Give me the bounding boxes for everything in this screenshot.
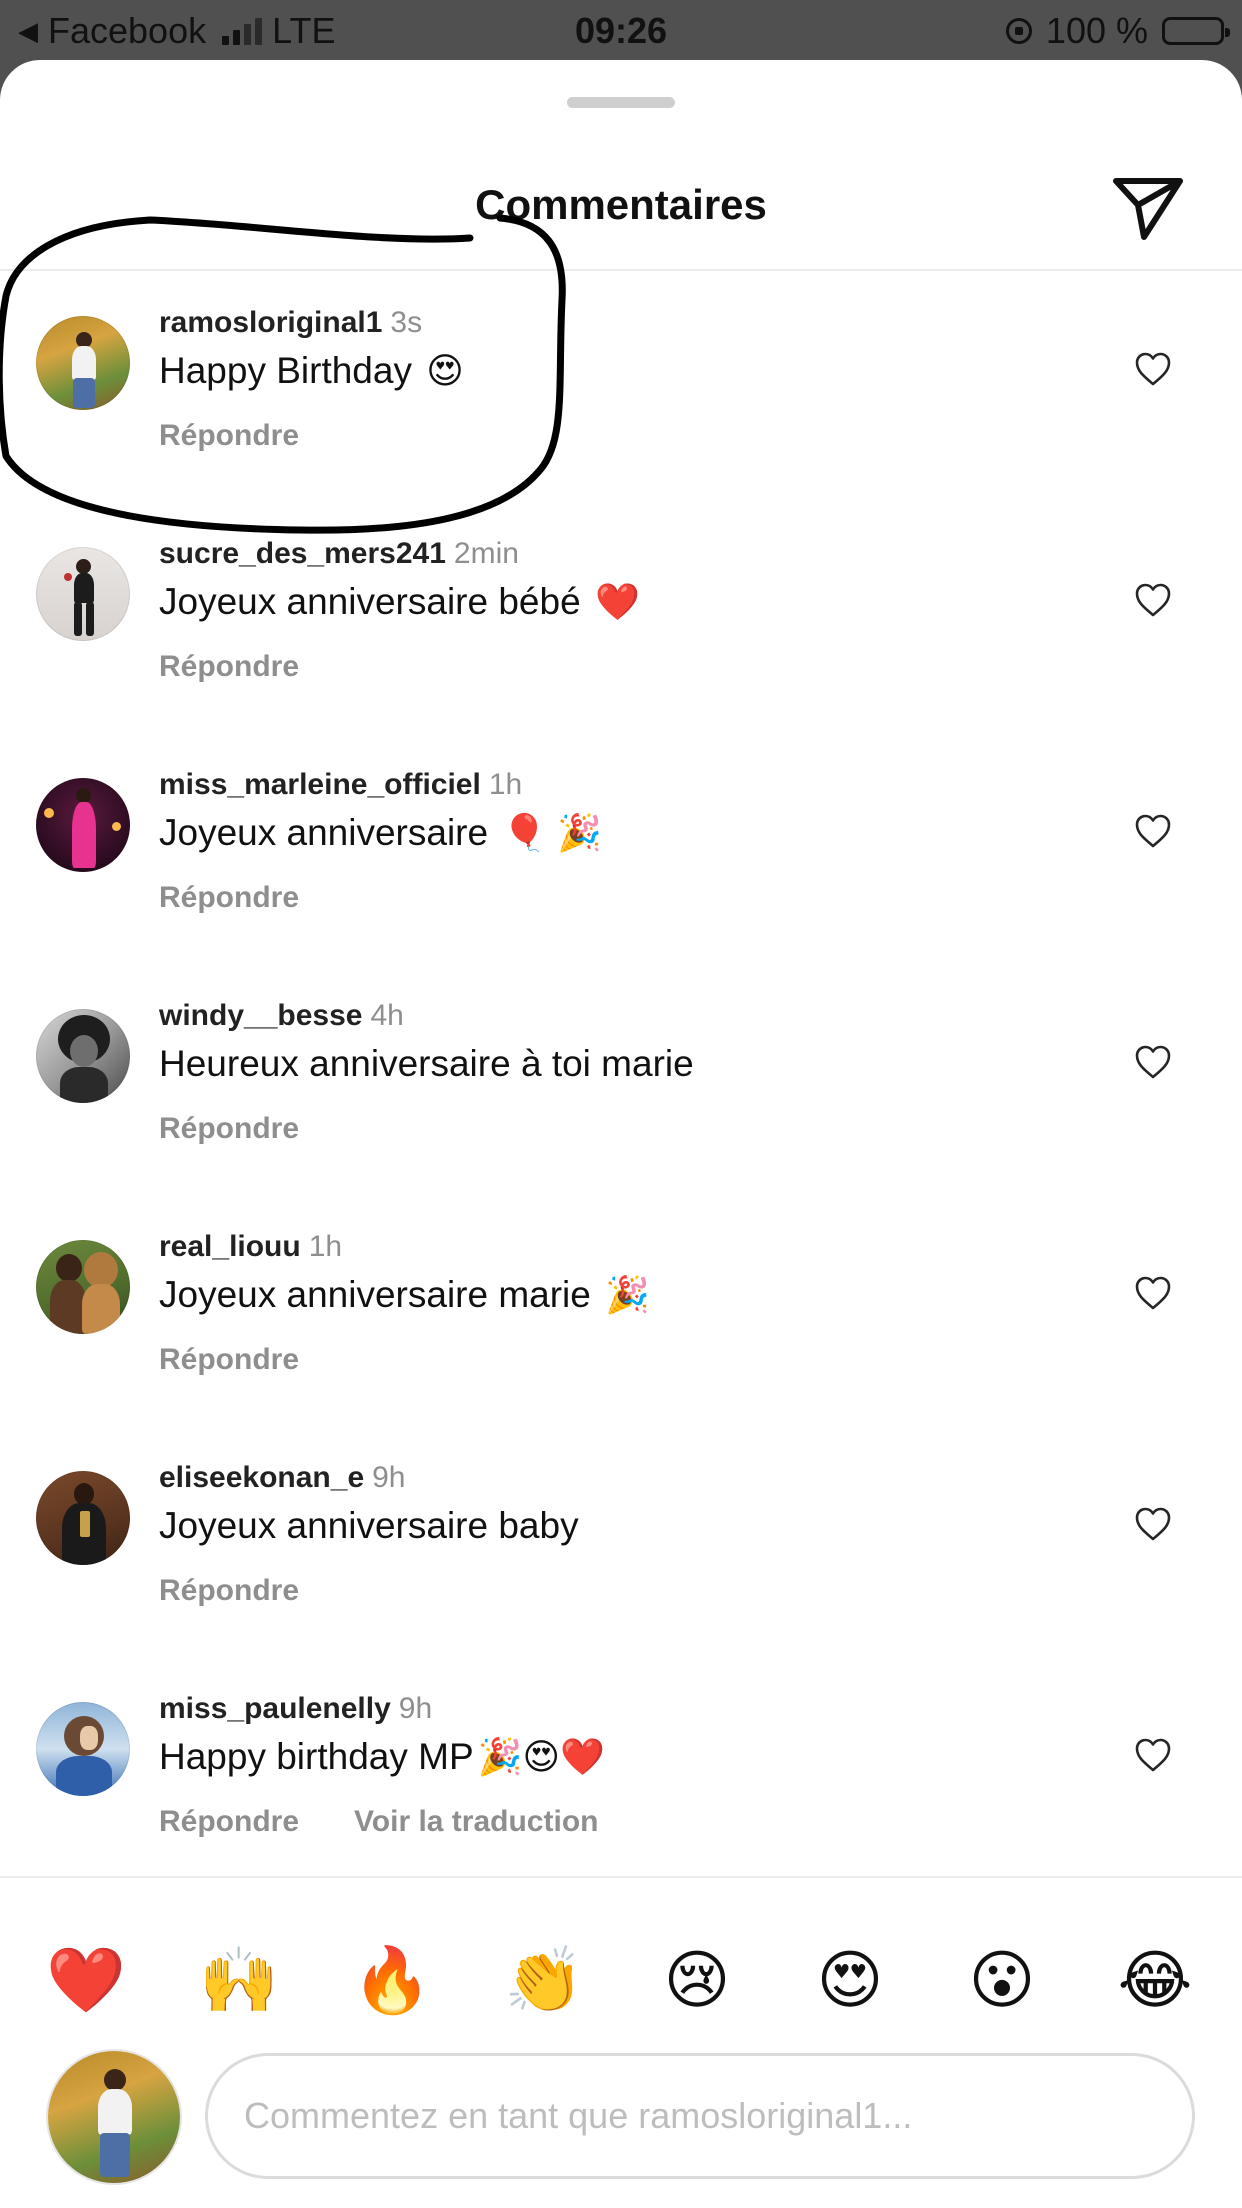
- reply-button[interactable]: Répondre: [159, 881, 299, 915]
- comment-text: Joyeux anniversaire bébé ❤️: [159, 581, 640, 622]
- avatar[interactable]: [36, 1240, 130, 1334]
- comment-username[interactable]: sucre_des_mers241 2min: [159, 537, 519, 571]
- sheet-grabber[interactable]: [567, 97, 675, 108]
- comment-time: 9h: [372, 1461, 406, 1494]
- comment-item: real_liouu 1h Joyeux anniversaire marie 🎉…: [0, 1230, 1242, 1471]
- reply-button[interactable]: Répondre: [159, 1574, 299, 1608]
- comment-username[interactable]: windy__besse 4h: [159, 999, 404, 1033]
- quick-emoji-bar: ❤️ 🙌 🔥 👏 😢 😍 😮 😂: [0, 1930, 1242, 2030]
- comment-time: 2min: [453, 537, 519, 570]
- heart-icon[interactable]: [1134, 813, 1172, 849]
- comment-text: Happy Birthday 😍: [159, 350, 464, 391]
- emoji-clap-button[interactable]: 👏: [494, 1930, 594, 2030]
- avatar[interactable]: [36, 778, 130, 872]
- emoji-surprised-button[interactable]: 😮: [952, 1930, 1052, 2030]
- comment-time: 4h: [370, 999, 404, 1032]
- comment-username[interactable]: eliseekonan_e 9h: [159, 1461, 406, 1495]
- comment-time: 1h: [488, 768, 523, 801]
- comment-username[interactable]: real_liouu 1h: [159, 1230, 342, 1264]
- comment-item: sucre_des_mers241 2min Joyeux anniversair…: [0, 537, 1242, 778]
- emoji-crying-button[interactable]: 😢: [647, 1930, 747, 2030]
- comment-username[interactable]: miss_marleine_officiel 1h: [159, 768, 522, 802]
- comment-item: windy__besse 4h Heureux anniversaire à to…: [0, 999, 1242, 1240]
- comment-username[interactable]: ramosloriginal1 3s: [159, 306, 422, 340]
- comment-item: miss_paulenelly 9h Happy birthday MP 🎉😍❤️ …: [0, 1692, 1242, 1933]
- status-right: 100 %: [1005, 10, 1230, 52]
- comment-item: ramosloriginal1 3s Happy Birthday 😍 Répon…: [0, 306, 1242, 547]
- status-bar: ◀ Facebook LTE 09:26 100 %: [0, 0, 1242, 60]
- reply-button[interactable]: Répondre: [159, 650, 299, 684]
- heart-icon[interactable]: [1134, 1275, 1172, 1311]
- heart-icon[interactable]: [1134, 351, 1172, 387]
- heart-icon[interactable]: [1134, 1737, 1172, 1773]
- see-translation-button[interactable]: Voir la traduction: [354, 1805, 598, 1839]
- send-icon[interactable]: [1108, 167, 1188, 247]
- avatar[interactable]: [36, 1009, 130, 1103]
- comment-text: Joyeux anniversaire 🎈 🎉: [159, 812, 602, 853]
- emoji-laughing-button[interactable]: 😂: [1105, 1930, 1205, 2030]
- comment-time: 1h: [308, 1230, 343, 1263]
- reply-button[interactable]: Répondre: [159, 1112, 299, 1146]
- comment-time: 9h: [398, 1692, 433, 1725]
- header-divider: [0, 269, 1242, 271]
- comment-item: miss_marleine_officiel 1h Joyeux annivers…: [0, 768, 1242, 1009]
- comment-text: Joyeux anniversaire marie 🎉: [159, 1274, 650, 1315]
- comment-item: eliseekonan_e 9h Joyeux anniversaire baby…: [0, 1461, 1242, 1702]
- my-avatar[interactable]: [48, 2051, 180, 2183]
- comment-username[interactable]: miss_paulenelly 9h: [159, 1692, 432, 1726]
- emoji-fire-button[interactable]: 🔥: [342, 1930, 442, 2030]
- avatar[interactable]: [36, 1471, 130, 1565]
- avatar[interactable]: [36, 547, 130, 641]
- reply-button[interactable]: Répondre: [159, 1805, 299, 1839]
- avatar[interactable]: [36, 1702, 130, 1796]
- comment-text: Joyeux anniversaire baby: [159, 1505, 579, 1546]
- emoji-raised-hands-button[interactable]: 🙌: [189, 1930, 289, 2030]
- heart-icon[interactable]: [1134, 582, 1172, 618]
- composer-divider: [0, 1876, 1242, 1878]
- reply-button[interactable]: Répondre: [159, 419, 299, 453]
- battery-percent: 100 %: [1045, 10, 1148, 51]
- comment-text: Happy birthday MP 🎉😍❤️: [159, 1736, 605, 1777]
- battery-icon: [1162, 17, 1230, 45]
- sheet-title: Commentaires: [475, 181, 767, 228]
- heart-icon[interactable]: [1134, 1044, 1172, 1080]
- comment-time: 3s: [390, 306, 423, 339]
- emoji-heart-button[interactable]: ❤️: [36, 1930, 136, 2030]
- comment-text: Heureux anniversaire à toi marie: [159, 1043, 694, 1084]
- heart-icon[interactable]: [1134, 1506, 1172, 1542]
- rotation-lock-icon: [1005, 18, 1032, 44]
- reply-button[interactable]: Répondre: [159, 1343, 299, 1377]
- avatar[interactable]: [36, 316, 130, 410]
- emoji-heart-eyes-button[interactable]: 😍: [800, 1930, 900, 2030]
- comments-sheet: Commentaires ramosloriginal1 3s Happy Bir…: [0, 60, 1242, 2208]
- comment-input[interactable]: [205, 2053, 1195, 2179]
